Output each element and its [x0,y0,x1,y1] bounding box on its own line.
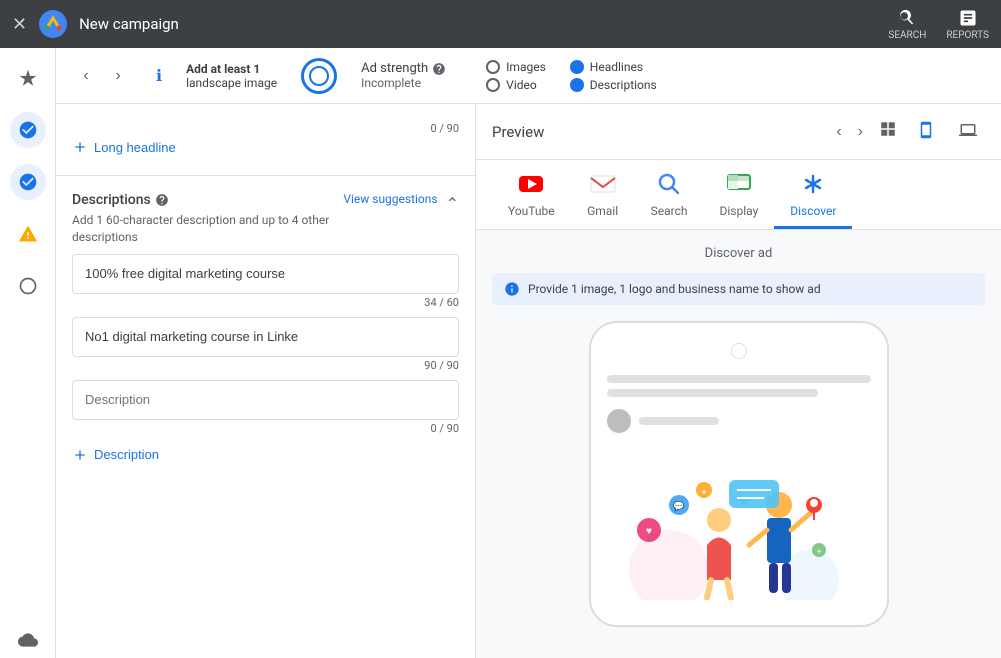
long-headline-section: 0 / 90 Long headline [56,104,475,176]
preview-mobile[interactable] [909,117,943,146]
gmail-icon [587,168,619,200]
preview-desktop[interactable] [951,117,985,146]
landscape-image-text: Add at least 1 landscape image [186,62,277,90]
two-col-layout: 0 / 90 Long headline Descriptions [56,104,1001,658]
illustration: ♥ 💬 ★ [619,450,859,600]
collapse-button[interactable]: ⌃ [446,194,459,213]
descriptions-header: Descriptions Add 1 60-character descript… [72,192,459,246]
description-1-wrapper: 34 / 60 [72,254,459,309]
ad-strength-info: Ad strength Incomplete [361,61,446,90]
content-lines [607,375,871,397]
discover-ad-info: Provide 1 image, 1 logo and business nam… [492,273,985,305]
description-2-wrapper: 90 / 90 [72,317,459,372]
preview-header: Preview ‹ › [476,104,1001,160]
platform-tabs: YouTube Gmail [476,160,1001,230]
page-title: New campaign [79,15,876,33]
preview-grid[interactable] [875,116,901,147]
ad-strength-circle [301,58,337,94]
description-3-wrapper: 0 / 90 [72,380,459,435]
tab-display[interactable]: Display [703,160,774,229]
nav-warning[interactable] [10,216,46,252]
avatar-name-line [639,417,719,425]
landscape-info-icon[interactable]: ℹ [156,66,162,85]
checklist-video: Video [486,78,546,92]
right-panel: Preview ‹ › [476,104,1001,658]
description-3-input[interactable] [72,380,459,420]
long-headline-char-count: 0 / 90 [72,122,459,135]
preview-title: Preview [492,123,544,141]
main-layout: ‹ › ℹ Add at least 1 landscape image Ad … [0,48,1001,658]
content-area: ‹ › ℹ Add at least 1 landscape image Ad … [56,48,1001,658]
tab-youtube[interactable]: YouTube [492,160,571,229]
add-description-button[interactable]: Description [72,443,159,467]
illustration-area: ♥ 💬 ★ [607,445,871,605]
preview-next[interactable]: › [854,119,867,145]
ad-strength-checklist: Images Video Headlines Descriptions [486,60,657,92]
description-2-input[interactable] [72,317,459,357]
nav-cloud[interactable] [10,622,46,658]
youtube-icon [515,168,547,200]
content-line-2 [607,389,818,397]
descriptions-help-icon[interactable] [155,193,169,207]
descriptions-section: Descriptions Add 1 60-character descript… [56,176,475,483]
svg-text:♥: ♥ [646,526,652,537]
reports-nav-btn[interactable]: REPORTS [946,8,989,41]
close-icon[interactable]: ✕ [12,14,27,35]
svg-text:+: + [816,547,821,556]
left-panel: 0 / 90 Long headline Descriptions [56,104,476,658]
add-description-icon [72,447,88,463]
top-bar: ✕ New campaign SEARCH REPORTS [0,0,1001,48]
tab-gmail[interactable]: Gmail [571,160,635,229]
discover-icon [797,168,829,200]
view-suggestions-link[interactable]: View suggestions [343,192,437,206]
tab-search[interactable]: Search [635,160,704,229]
tab-discover[interactable]: Discover [774,160,852,229]
info-icon [504,281,520,297]
next-arrow[interactable]: › [104,62,132,90]
add-icon [72,139,88,155]
description-1-input[interactable] [72,254,459,294]
avatar-row [607,409,871,433]
descriptions-title: Descriptions [72,192,343,208]
nav-arrows: ‹ › [72,62,132,90]
preview-prev[interactable]: ‹ [832,119,845,145]
svg-text:★: ★ [700,488,706,496]
checklist-images: Images [486,60,546,74]
top-bar-actions: SEARCH REPORTS [888,8,989,41]
content-line-1 [607,375,871,383]
description-2-count: 90 / 90 [72,359,459,372]
preview-content: Discover ad Provide 1 image, 1 logo and … [476,230,1001,643]
svg-text:💬: 💬 [673,500,684,512]
search-tab-icon [653,168,685,200]
checklist-descriptions: Descriptions [570,78,657,92]
side-nav [0,48,56,658]
discover-ad-title: Discover ad [492,246,985,261]
nav-check-2[interactable] [10,164,46,200]
prev-arrow[interactable]: ‹ [72,62,100,90]
search-nav-btn[interactable]: SEARCH [888,8,926,41]
descriptions-subtitle: Add 1 60-character description and up to… [72,212,343,246]
mobile-preview: ♥ 💬 ★ [589,321,889,627]
nav-sparkle[interactable] [10,60,46,96]
display-icon [723,168,755,200]
avatar [607,409,631,433]
nav-circle[interactable] [10,268,46,304]
nav-check-1[interactable] [10,112,46,148]
checklist-headlines: Headlines [570,60,657,74]
description-3-count: 0 / 90 [72,422,459,435]
mobile-notch [731,343,747,359]
add-long-headline-button[interactable]: Long headline [72,135,176,159]
ad-strength-bar: ‹ › ℹ Add at least 1 landscape image Ad … [56,48,1001,104]
google-ads-logo [39,10,67,38]
preview-nav: ‹ › [832,116,985,147]
description-1-count: 34 / 60 [72,296,459,309]
ad-strength-help-icon[interactable] [432,62,446,76]
